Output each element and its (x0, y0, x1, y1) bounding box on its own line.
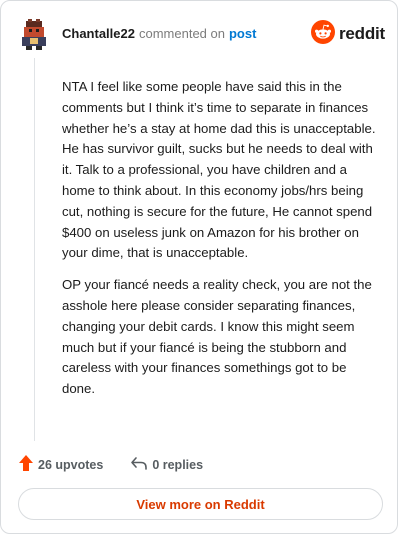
comment-header: Chantalle22 commented on post (62, 26, 256, 42)
comment-actions: 26 upvotes 0 replies (18, 454, 203, 475)
reply-count: 0 replies (152, 457, 204, 472)
reddit-snoo-icon (311, 19, 335, 49)
upvote-button[interactable]: 26 upvotes (18, 454, 103, 475)
view-more-button[interactable]: View more on Reddit (18, 488, 383, 520)
reddit-wordmark: reddit (339, 24, 386, 43)
reddit-logo[interactable]: reddit (311, 19, 386, 49)
comment-paragraph: OP your fiancé needs a reality check, yo… (62, 277, 372, 397)
upvote-arrow-icon (18, 454, 38, 475)
comment-embed-card: Chantalle22 commented on post reddit NTA I… (0, 0, 398, 534)
replies-button[interactable]: 0 replies (130, 456, 203, 474)
comment-paragraph: NTA I feel like some people have said th… (62, 79, 376, 261)
avatar[interactable] (20, 18, 48, 50)
author-name[interactable]: Chantalle22 (62, 26, 135, 41)
post-link[interactable]: post (229, 26, 256, 41)
upvote-count: 26 upvotes (38, 457, 104, 472)
reply-arrow-icon (130, 456, 152, 474)
comment-body: NTA I feel like some people have said th… (62, 77, 380, 411)
thread-line[interactable] (34, 58, 35, 441)
comment-action-text: commented on (138, 26, 225, 41)
